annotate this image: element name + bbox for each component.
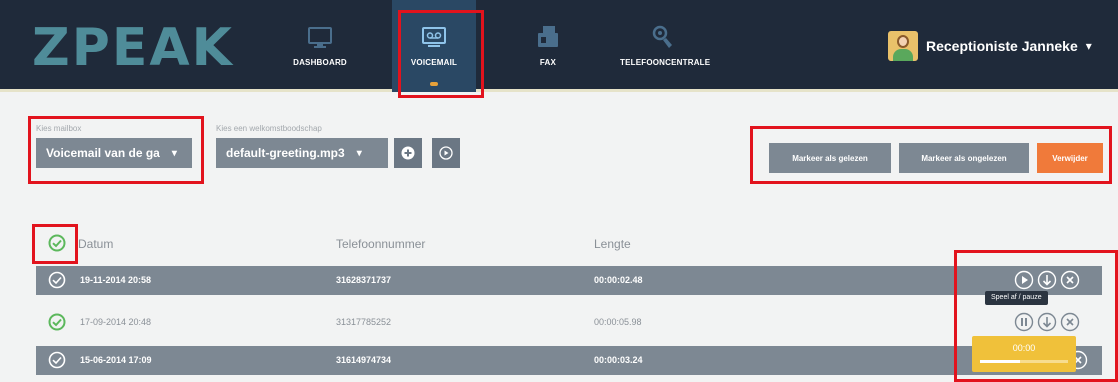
fax-icon [538,26,558,47]
row-phone: 31317785252 [336,317,392,327]
top-navbar: ZPEAK DASHBOARD VOICEMAIL FAX TELEFOONCE… [0,0,1118,92]
highlight-box-actions [750,126,1112,184]
column-header-datum[interactable]: Datum [78,237,113,251]
row-length: 00:00:05.98 [594,317,642,327]
greeting-select[interactable]: default-greeting.mp3 ▾ [216,138,388,168]
greeting-select-value: default-greeting.mp3 [226,146,345,160]
nav-telefooncentrale[interactable]: TELEFOONCENTRALE [620,0,711,92]
plus-icon [401,146,415,160]
nav-fax[interactable]: FAX [506,0,590,92]
column-header-lengte[interactable]: Lengte [594,237,631,251]
highlight-box-select-all [32,224,78,264]
avatar-icon [888,31,918,61]
nav-fax-label: FAX [539,58,557,67]
highlight-box-row-actions [954,250,1118,382]
chevron-down-icon: ▾ [356,147,362,159]
table-row[interactable]: 17-09-2014 20:48 31317785252 00:00:05.98 [36,308,1102,337]
row-date: 19-11-2014 20:58 [80,275,152,285]
voicemail-page: ZPEAK DASHBOARD VOICEMAIL FAX TELEFOONCE… [0,0,1118,382]
highlight-box-voicemail-tab [398,10,484,98]
check-circle-icon[interactable] [48,271,66,289]
row-date: 15-06-2014 17:09 [80,355,152,365]
phone-gear-icon [652,25,672,48]
column-header-telefoonnummer[interactable]: Telefoonnummer [336,237,425,251]
add-greeting-button[interactable] [394,138,422,168]
row-date: 17-09-2014 20:48 [80,317,152,327]
row-length: 00:00:03.24 [594,355,643,365]
user-menu[interactable]: Receptioniste Janneke ▾ [888,30,1092,62]
chevron-down-icon: ▾ [1085,39,1092,53]
greeting-label: Kies een welkomstboodschap [216,124,322,133]
user-name: Receptioniste Janneke [926,38,1078,54]
table-row[interactable]: 19-11-2014 20:58 31628371737 00:00:02.48 [36,266,1102,295]
table-row[interactable]: 15-06-2014 17:09 31614974734 00:00:03.24 [36,346,1102,375]
play-circle-icon [439,146,453,160]
zpeak-logo[interactable]: ZPEAK [32,18,234,78]
nav-dashboard-label: DASHBOARD [293,58,347,67]
play-greeting-button[interactable] [432,138,460,168]
monitor-icon [308,27,332,48]
nav-dashboard[interactable]: DASHBOARD [278,0,362,92]
highlight-box-mailbox [28,116,204,184]
row-length: 00:00:02.48 [594,275,643,285]
check-circle-icon[interactable] [48,351,66,369]
row-phone: 31614974734 [336,355,392,365]
nav-telefooncentrale-label: TELEFOONCENTRALE [620,58,711,67]
row-phone: 31628371737 [336,275,392,285]
check-circle-icon[interactable] [48,313,66,331]
